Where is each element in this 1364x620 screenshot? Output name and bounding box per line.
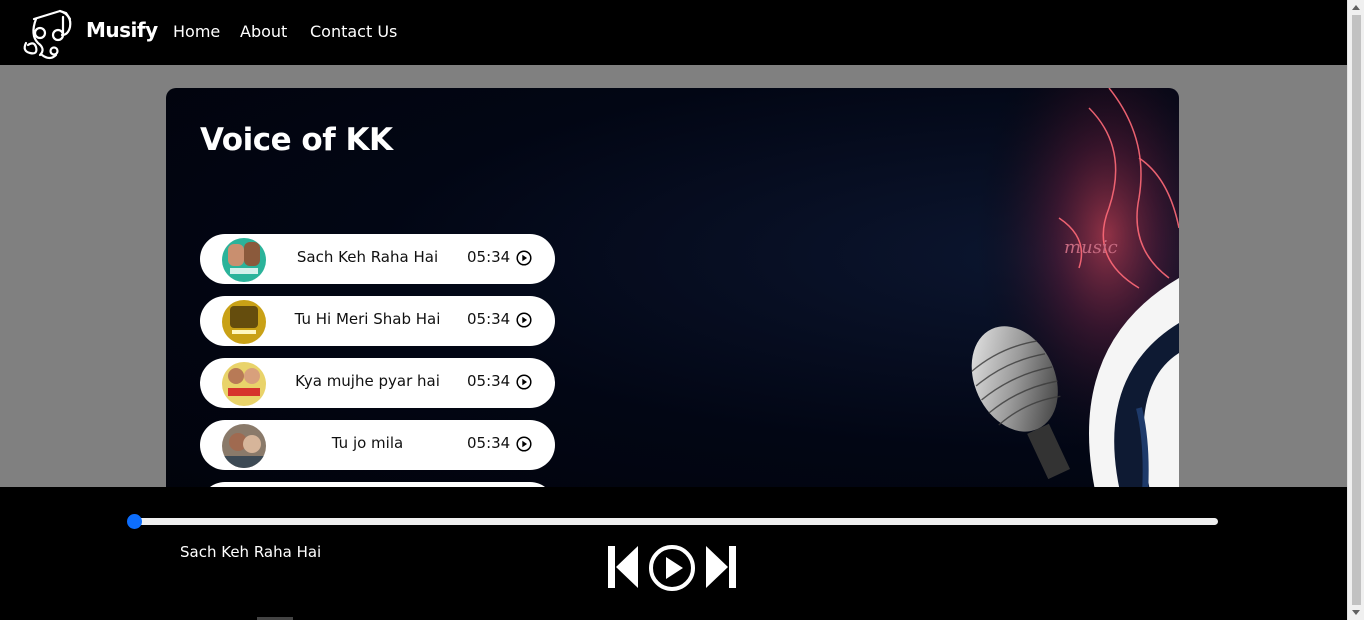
song-title: Kya mujhe pyar hai <box>295 372 440 390</box>
page-scrollbar[interactable] <box>1347 0 1364 620</box>
now-playing-title: Sach Keh Raha Hai <box>180 543 322 561</box>
song-item-tu-jo-mila[interactable]: Tu jo mila 05:34 <box>200 420 555 470</box>
song-item-tu-hi-meri-shab-hai[interactable]: Tu Hi Meri Shab Hai 05:34 <box>200 296 555 346</box>
play-circle-icon[interactable] <box>648 544 696 592</box>
brand-name[interactable]: Musify <box>86 18 158 42</box>
song-duration: 05:34 <box>467 248 511 266</box>
song-cover-thumbnail <box>222 424 266 468</box>
skip-previous-icon[interactable] <box>606 544 640 590</box>
progress-slider-thumb[interactable] <box>127 514 142 529</box>
song-title: Tu jo mila <box>331 434 404 452</box>
song-duration: 05:34 <box>467 434 511 452</box>
song-title: Tu Hi Meri Shab Hai <box>294 310 441 328</box>
song-cover-thumbnail <box>222 238 266 282</box>
skip-next-icon[interactable] <box>704 544 738 590</box>
play-circle-icon[interactable] <box>516 250 532 266</box>
play-circle-icon[interactable] <box>516 436 532 452</box>
song-cover-thumbnail <box>222 300 266 344</box>
play-circle-icon[interactable] <box>516 374 532 390</box>
nav-link-about[interactable]: About <box>240 22 287 41</box>
scrollbar-thumb[interactable] <box>1352 15 1361 605</box>
song-duration: 05:34 <box>467 372 511 390</box>
scroll-up-arrow-icon[interactable] <box>1352 5 1360 10</box>
playlist-title: Voice of KK <box>200 122 393 158</box>
music-note-logo-icon[interactable] <box>20 5 76 63</box>
song-item-sach-keh-raha-hai[interactable]: Sach Keh Raha Hai 05:34 <box>200 234 555 284</box>
microphone-art-image: music <box>939 88 1179 508</box>
playlist-card: music Voice of KK Sach Keh Raha Hai 05:3… <box>166 88 1179 508</box>
player-bar: Sach Keh Raha Hai <box>0 487 1347 620</box>
song-title: Sach Keh Raha Hai <box>296 248 439 266</box>
svg-text:music: music <box>1064 237 1118 258</box>
scroll-down-arrow-icon[interactable] <box>1352 610 1360 615</box>
top-navbar: Musify Home About Contact Us <box>0 0 1347 65</box>
song-cover-thumbnail <box>222 362 266 406</box>
nav-link-home[interactable]: Home <box>173 22 220 41</box>
play-circle-icon[interactable] <box>516 312 532 328</box>
nav-link-contact-us[interactable]: Contact Us <box>310 22 397 41</box>
progress-bar[interactable] <box>134 518 1218 525</box>
song-item-kya-mujhe-pyar-hai[interactable]: Kya mujhe pyar hai 05:34 <box>200 358 555 408</box>
song-duration: 05:34 <box>467 310 511 328</box>
